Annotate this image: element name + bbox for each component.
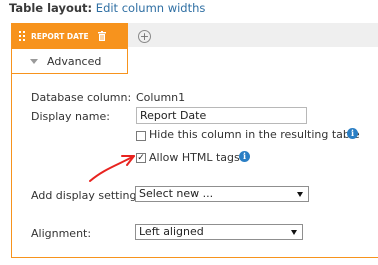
hide-column-label: Hide this column in the resulting table (149, 128, 360, 141)
display-name-input[interactable] (136, 107, 307, 124)
alignment-select[interactable]: Left aligned (135, 224, 303, 240)
grip-icon[interactable] (19, 31, 25, 41)
display-settings-select[interactable]: Select new ... (135, 186, 309, 202)
dropdown-arrow-icon (291, 230, 297, 235)
table-layout-header: Table layout: Edit column widths (9, 1, 205, 15)
hide-column-checkbox[interactable] (136, 131, 146, 141)
advanced-label: Advanced (47, 54, 102, 68)
database-column-value: Column1 (136, 91, 186, 104)
info-icon[interactable]: i (347, 128, 358, 139)
alignment-label: Alignment: (31, 227, 92, 240)
database-column-label: Database column: (31, 91, 132, 104)
advanced-toggle[interactable]: Advanced (11, 49, 128, 74)
alignment-value: Left aligned (139, 225, 204, 238)
display-settings-label: Add display settings: (31, 189, 146, 202)
info-icon[interactable]: i (239, 151, 250, 162)
chevron-down-icon (30, 58, 38, 64)
table-layout-label: Table layout: (9, 1, 93, 15)
allow-html-label: Allow HTML tags (149, 151, 240, 164)
trash-icon[interactable] (97, 31, 106, 41)
edit-column-widths-link[interactable]: Edit column widths (96, 1, 206, 15)
dropdown-arrow-icon (297, 192, 303, 197)
tab-report-date[interactable]: REPORT DATE (11, 23, 128, 49)
display-settings-value: Select new ... (139, 187, 214, 200)
tab-report-date-label: REPORT DATE (31, 31, 89, 41)
allow-html-checkbox[interactable]: ✓ (136, 153, 146, 163)
display-name-label: Display name: (31, 110, 110, 123)
add-icon[interactable]: + (138, 30, 151, 43)
